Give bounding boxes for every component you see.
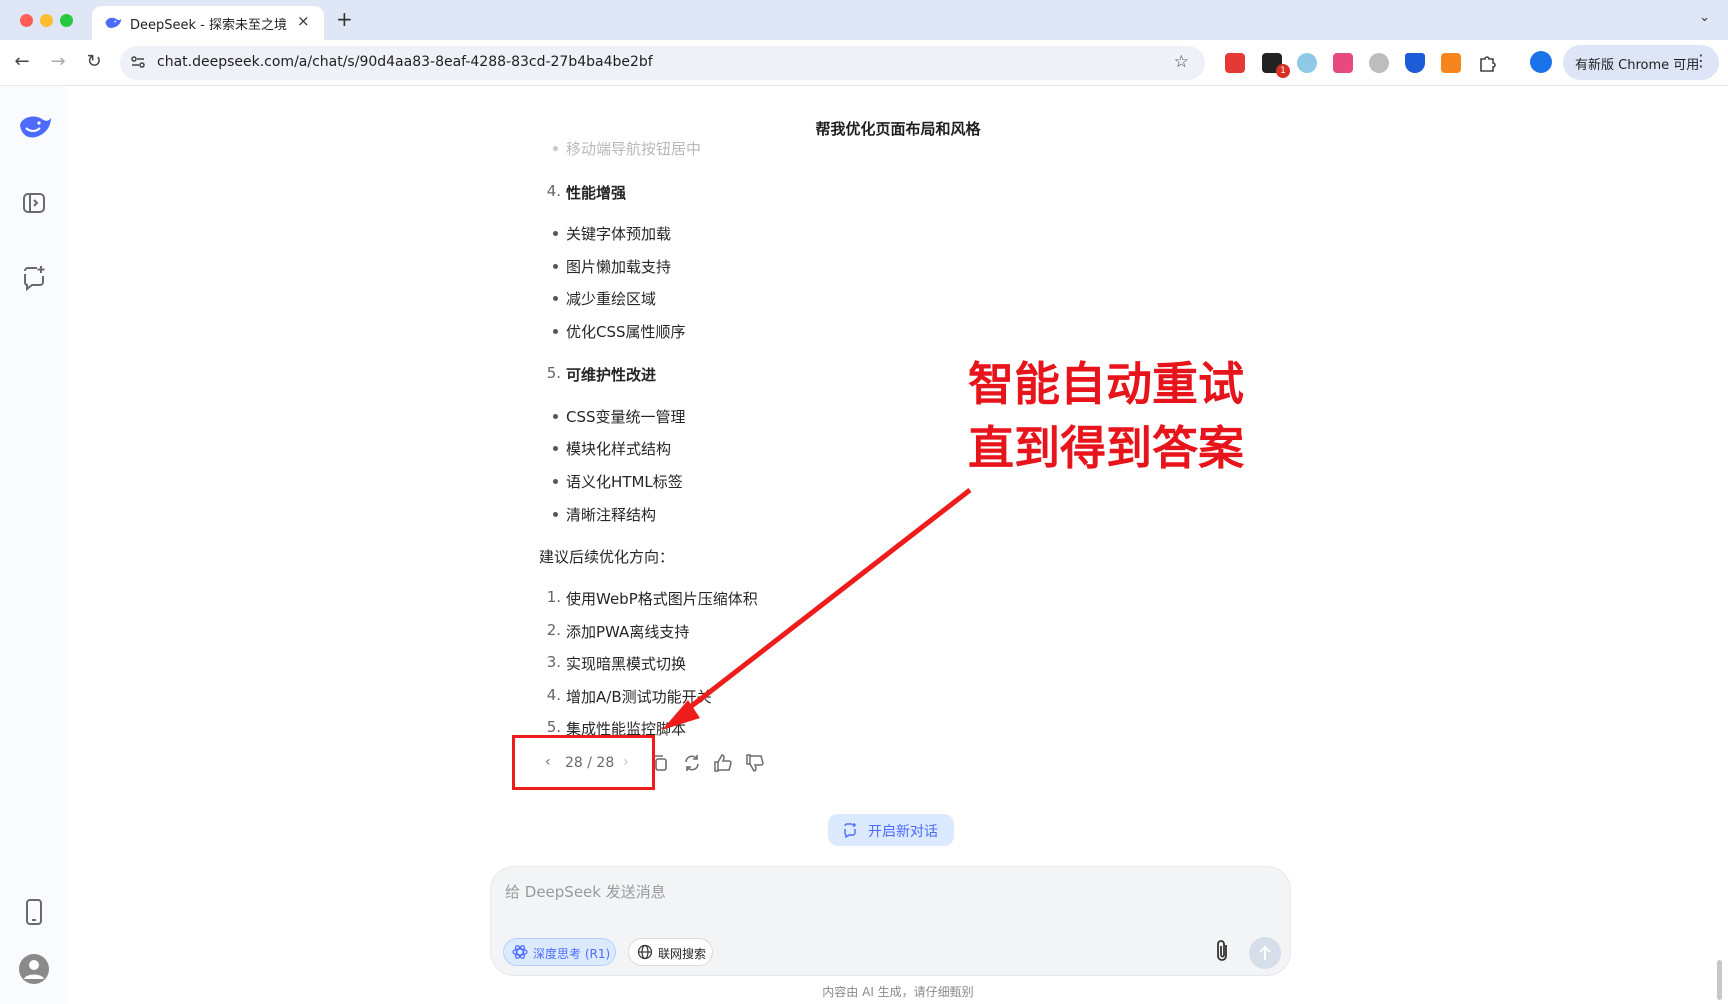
profile-avatar-icon[interactable] xyxy=(1530,51,1552,73)
sidebar-toggle-icon[interactable] xyxy=(20,189,48,217)
list-item: 减少重绘区域 xyxy=(566,290,657,308)
mobile-app-icon[interactable] xyxy=(20,898,48,926)
extension-translate-icon[interactable] xyxy=(1333,53,1353,73)
back-button[interactable]: ← xyxy=(10,51,34,72)
attach-file-icon[interactable] xyxy=(1211,939,1235,965)
new-chat-icon xyxy=(844,823,856,838)
extension-metamask-icon[interactable] xyxy=(1441,53,1461,73)
browser-tab-bar: DeepSeek - 探索未至之境 × + ⌄ xyxy=(0,0,1728,40)
window-minimize-button[interactable] xyxy=(40,14,53,27)
list-item: 增加A/B测试功能开关 xyxy=(566,688,712,706)
window-zoom-button[interactable] xyxy=(60,14,73,27)
ordered-list-number: 4. xyxy=(546,686,561,704)
list-item: 优化CSS属性顺序 xyxy=(566,323,686,341)
list-item: 关键字体预加载 xyxy=(566,225,672,243)
bullet-dot xyxy=(553,231,558,236)
extension-circle-icon[interactable] xyxy=(1297,53,1317,73)
bullet-dot xyxy=(553,296,558,301)
annotation-highlight-box xyxy=(512,735,655,790)
new-chat-label: 开启新对话 xyxy=(868,824,938,840)
message-composer: 深度思考 (R1) 联网搜索 xyxy=(490,866,1291,976)
atom-icon xyxy=(512,945,528,959)
scrollbar-thumb[interactable] xyxy=(1717,960,1722,1000)
update-label: 有新版 Chrome 可用 xyxy=(1575,58,1700,73)
chat-title: 帮我优化页面布局和风格 xyxy=(815,120,981,138)
ordered-list-number: 1. xyxy=(546,588,561,606)
list-item: CSS变量统一管理 xyxy=(566,408,686,426)
annotation-line: 智能自动重试 xyxy=(968,357,1244,411)
arrow-up-icon xyxy=(1259,945,1271,960)
bullet-dot xyxy=(553,479,558,484)
section-heading: 可维护性改进 xyxy=(566,366,657,384)
regenerate-icon[interactable] xyxy=(682,753,702,773)
list-item: 实现暗黑模式切换 xyxy=(566,655,687,673)
tab-close-icon[interactable]: × xyxy=(297,12,310,30)
extensions-puzzle-icon[interactable] xyxy=(1477,53,1497,73)
forward-button[interactable]: → xyxy=(46,51,70,72)
thumbs-down-icon[interactable] xyxy=(745,753,765,773)
extension-badge: 1 xyxy=(1276,64,1290,78)
message-input[interactable] xyxy=(505,877,1265,907)
globe-icon xyxy=(637,944,653,960)
browser-toolbar: ← → ↻ chat.deepseek.com/a/chat/s/90d4aa8… xyxy=(0,40,1728,86)
bullet-dot xyxy=(553,512,558,517)
extension-grey-icon[interactable] xyxy=(1369,53,1389,73)
web-search-label: 联网搜索 xyxy=(658,947,707,961)
reload-button[interactable]: ↻ xyxy=(82,51,106,72)
annotation-arrow xyxy=(662,488,972,730)
deep-think-toggle[interactable]: 深度思考 (R1) xyxy=(503,938,616,966)
bullet-dot xyxy=(553,264,558,269)
new-tab-button[interactable]: + xyxy=(336,7,353,31)
ordered-list-number: 2. xyxy=(546,621,561,639)
tab-search-icon[interactable]: ⌄ xyxy=(1699,10,1710,25)
tab-title: DeepSeek - 探索未至之境 xyxy=(130,18,287,33)
send-button[interactable] xyxy=(1249,937,1281,969)
ordered-list-number: 3. xyxy=(546,653,561,671)
extension-fe-icon[interactable] xyxy=(1225,53,1245,73)
bookmark-star-icon[interactable]: ☆ xyxy=(1174,52,1189,72)
annotation-line: 直到得到答案 xyxy=(968,421,1244,475)
deepseek-favicon-icon xyxy=(105,17,122,28)
list-item: 模块化样式结构 xyxy=(566,440,672,458)
more-menu-icon[interactable]: ⋮ xyxy=(1693,51,1709,70)
new-chat-icon[interactable] xyxy=(20,264,48,292)
list-item: 清晰注释结构 xyxy=(566,506,657,524)
ai-disclaimer: 内容由 AI 生成，请仔细甄别 xyxy=(822,985,974,999)
ordered-list-number: 5. xyxy=(546,364,561,382)
url-text: chat.deepseek.com/a/chat/s/90d4aa83-8eaf… xyxy=(157,54,653,70)
browser-tab-active[interactable]: DeepSeek - 探索未至之境 × xyxy=(92,6,324,40)
ordered-list-number: 4. xyxy=(546,182,561,200)
deepseek-logo-icon[interactable] xyxy=(17,112,53,142)
bullet-dot xyxy=(553,446,558,451)
annotation-text: 智能自动重试 直到得到答案 xyxy=(968,352,1244,480)
address-bar[interactable]: chat.deepseek.com/a/chat/s/90d4aa83-8eaf… xyxy=(120,46,1205,80)
web-search-toggle[interactable]: 联网搜索 xyxy=(628,938,713,966)
list-item: 添加PWA离线支持 xyxy=(566,623,690,641)
bullet-dot xyxy=(553,414,558,419)
bullet-dot xyxy=(553,329,558,334)
thumbs-up-icon[interactable] xyxy=(713,753,733,773)
section-heading: 性能增强 xyxy=(566,184,627,202)
followup-intro: 建议后续优化方向： xyxy=(539,548,675,566)
app-sidebar xyxy=(0,86,68,1004)
bullet-dot xyxy=(553,146,558,151)
new-chat-button[interactable]: 开启新对话 xyxy=(828,814,954,846)
faded-list-item: 移动端导航按钮居中 xyxy=(566,140,702,158)
deep-think-label: 深度思考 (R1) xyxy=(533,947,611,961)
ordered-list-number: 5. xyxy=(546,718,561,736)
extension-y-icon[interactable] xyxy=(1405,53,1425,73)
site-info-icon[interactable] xyxy=(130,54,146,70)
user-avatar-icon[interactable] xyxy=(18,953,50,985)
list-item: 图片懒加载支持 xyxy=(566,258,672,276)
chrome-update-chip[interactable]: 有新版 Chrome 可用 ⋮ xyxy=(1563,45,1719,80)
list-item: 语义化HTML标签 xyxy=(566,473,683,491)
window-close-button[interactable] xyxy=(20,14,33,27)
list-item: 使用WebP格式图片压缩体积 xyxy=(566,590,758,608)
